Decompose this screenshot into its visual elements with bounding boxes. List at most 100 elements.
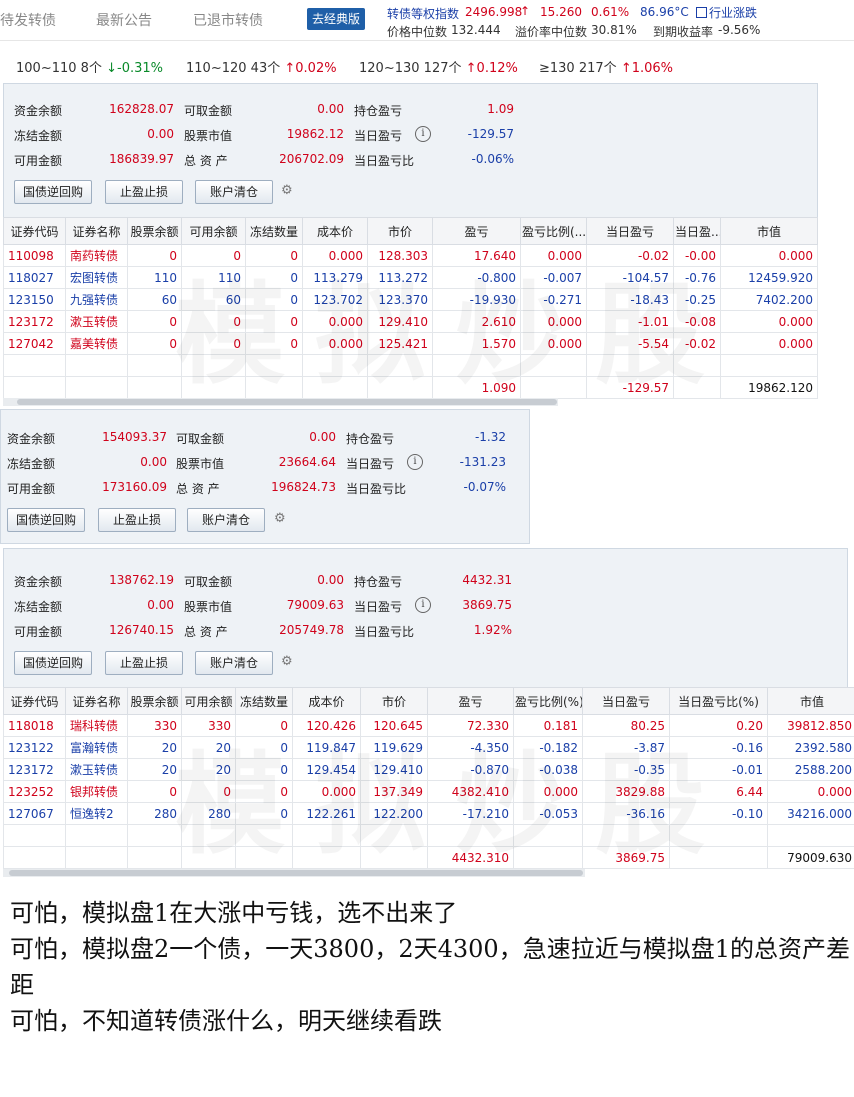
column-header[interactable]: 可用余额	[181, 217, 246, 245]
total-assets-value: 205749.78	[279, 623, 344, 637]
tab-latest-announcements[interactable]: 最新公告	[96, 10, 152, 30]
day-pnl-ratio-value: -0.06%	[471, 152, 514, 166]
table-cell: 123.370	[367, 288, 433, 311]
table-cell: 280	[127, 802, 182, 825]
settings-gear-icon[interactable]: ⚙	[281, 655, 293, 668]
horizontal-scrollbar[interactable]	[3, 398, 558, 406]
column-header[interactable]: 成本价	[292, 687, 361, 715]
table-cell: 17.640	[432, 244, 521, 267]
column-header[interactable]: 可用余额	[181, 687, 236, 715]
stop-profit-loss-button[interactable]: 止盈止损	[98, 508, 176, 532]
table-row[interactable]: 118018 瑞科转债 330 330 0 120.426 120.645 72.330 0.1…	[3, 714, 854, 737]
column-header[interactable]: 证券代码	[3, 687, 66, 715]
settings-gear-icon[interactable]: ⚙	[281, 184, 293, 197]
day-pnl-ratio-value: 1.92%	[473, 623, 512, 637]
tab-pending-bonds[interactable]: 待发转债	[0, 10, 56, 30]
column-header[interactable]: 成本价	[302, 217, 368, 245]
table-row[interactable]: 110098 南药转债 0 0 0 0.000 128.303 17.640 0.000 -0.0…	[3, 244, 818, 267]
column-header[interactable]: 市价	[360, 687, 428, 715]
column-header[interactable]: 市价	[367, 217, 433, 245]
table-cell: -0.16	[669, 736, 768, 759]
table-row[interactable]: 127067 恒逸转2 280 280 0 122.261 122.200 -17.210 -0…	[3, 802, 854, 825]
table-cell: -1.01	[586, 310, 674, 333]
table-cell: 0	[245, 244, 303, 267]
clear-account-button[interactable]: 账户清仓	[195, 180, 273, 204]
industry-link[interactable]: 行业涨跌	[696, 4, 757, 21]
table-cell: 0.000	[720, 310, 818, 333]
column-header[interactable]: 股票余额	[127, 217, 182, 245]
column-header[interactable]: 当日盈亏	[582, 687, 670, 715]
table-cell: 127067	[3, 802, 66, 825]
up-arrow-icon: ↑	[465, 61, 477, 76]
column-header[interactable]: 市值	[767, 687, 854, 715]
table-row[interactable]: 123172 漱玉转债 0 0 0 0.000 129.410 2.610 0.000 -1.01…	[3, 310, 818, 333]
column-header[interactable]: 盈亏	[432, 217, 521, 245]
column-header[interactable]: 当日盈亏	[586, 217, 674, 245]
table-cell: -0.800	[432, 266, 521, 289]
table-cell: 南药转债	[65, 244, 128, 267]
column-header[interactable]: 当日盈亏比(%)	[669, 687, 768, 715]
stop-profit-loss-button[interactable]: 止盈止损	[105, 651, 183, 675]
table-cell: 127042	[3, 332, 66, 355]
table-cell: 0	[235, 714, 293, 737]
column-header[interactable]: 盈亏	[427, 687, 514, 715]
up-arrow-icon: ↑	[284, 61, 296, 76]
scrollbar-thumb[interactable]	[17, 399, 557, 405]
reverse-repo-button[interactable]: 国债逆回购	[14, 651, 92, 675]
table-cell: 119.847	[292, 736, 361, 759]
table-cell: 2392.580	[767, 736, 854, 759]
table-cell: 123122	[3, 736, 66, 759]
stock-value-value: 19862.12	[286, 127, 344, 141]
frozen-label: 冻结金额	[14, 600, 63, 614]
table-row[interactable]: 127042 嘉美转债 0 0 0 0.000 125.421 1.570 0.000 -5.54…	[3, 332, 818, 355]
table-cell: 110098	[3, 244, 66, 267]
column-header[interactable]: 市值	[720, 217, 818, 245]
index-label[interactable]: 转债等权指数	[387, 5, 459, 22]
column-header[interactable]: 盈亏比例(...	[520, 217, 587, 245]
table-cell: 330	[127, 714, 182, 737]
premium-median-label: 溢价率中位数	[515, 25, 588, 39]
cash-balance-value: 154093.37	[102, 430, 167, 444]
table-cell: 0	[235, 802, 293, 825]
table-cell: -17.210	[427, 802, 514, 825]
table-cell: 129.410	[367, 310, 433, 333]
column-header[interactable]: 证券名称	[65, 217, 128, 245]
column-header[interactable]: 证券代码	[3, 217, 66, 245]
table-cell: 119.629	[360, 736, 428, 759]
range-item[interactable]: 110~120 43个 ↑0.02%	[186, 57, 337, 76]
table-row[interactable]: 123252 银邦转债 0 0 0 0.000 137.349 4382.410 0.000 38…	[3, 780, 854, 803]
table-cell: -5.54	[586, 332, 674, 355]
table-row[interactable]: 118027 宏图转债 110 110 0 113.279 113.272 -0.800 -0.…	[3, 266, 818, 289]
table-cell: 0.000	[302, 332, 368, 355]
scrollbar-thumb[interactable]	[9, 870, 583, 876]
table-cell: 0	[235, 780, 293, 803]
stock-value-label: 股票市值	[184, 129, 233, 143]
horizontal-scrollbar[interactable]	[3, 869, 585, 877]
table-row[interactable]: 123150 九强转债 60 60 0 123.702 123.370 -19.930 -0.2…	[3, 288, 818, 311]
column-header[interactable]: 股票余额	[127, 687, 182, 715]
table-row[interactable]: 123172 漱玉转债 20 20 0 129.454 129.410 -0.870 -0.03…	[3, 758, 854, 781]
table-cell: 0	[245, 332, 303, 355]
clear-account-button[interactable]: 账户清仓	[187, 508, 265, 532]
column-header[interactable]: 冻结数量	[235, 687, 293, 715]
reverse-repo-button[interactable]: 国债逆回购	[7, 508, 85, 532]
table-row[interactable]: 123122 富瀚转债 20 20 0 119.847 119.629 -4.350 -0.18…	[3, 736, 854, 759]
range-item[interactable]: 100~110 8个 ↓-0.31%	[16, 57, 163, 76]
classic-version-button[interactable]: 去经典版	[307, 8, 365, 30]
range-item[interactable]: ≥130 217个 ↑1.06%	[539, 57, 673, 76]
day-pnl-label: 当日盈亏	[354, 129, 403, 143]
tab-delisted-bonds[interactable]: 已退市转债	[193, 10, 263, 30]
clear-account-button[interactable]: 账户清仓	[195, 651, 273, 675]
column-header[interactable]: 当日盈...	[673, 217, 721, 245]
column-header[interactable]: 盈亏比例(%)	[513, 687, 583, 715]
reverse-repo-button[interactable]: 国债逆回购	[14, 180, 92, 204]
position-pnl-label: 持仓盈亏	[354, 104, 403, 118]
range-item[interactable]: 120~130 127个 ↑0.12%	[359, 57, 518, 76]
table-cell: 0	[181, 310, 246, 333]
settings-gear-icon[interactable]: ⚙	[274, 512, 286, 525]
column-header[interactable]: 冻结数量	[245, 217, 303, 245]
column-header[interactable]: 证券名称	[65, 687, 128, 715]
stop-profit-loss-button[interactable]: 止盈止损	[105, 180, 183, 204]
caption-line: 可怕，不知道转债涨什么，明天继续看跌	[10, 1007, 442, 1035]
caption-line: 可怕，模拟盘1在大涨中亏钱，选不出来了	[10, 899, 458, 927]
